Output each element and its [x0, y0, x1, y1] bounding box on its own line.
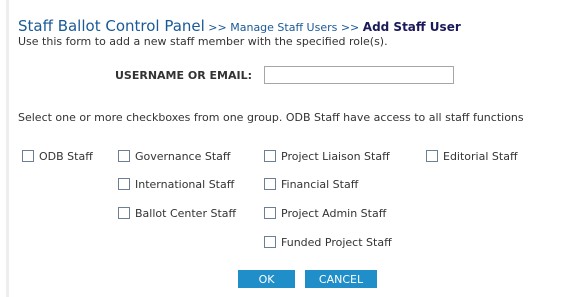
- left-border: [6, 0, 9, 297]
- checkbox-instruction: Select one or more checkboxes from one g…: [18, 111, 524, 124]
- checkbox-label: Financial Staff: [281, 177, 359, 191]
- checkbox-project-admin-staff[interactable]: Project Admin Staff: [264, 205, 386, 221]
- checkbox-label: International Staff: [135, 177, 235, 191]
- ok-button[interactable]: OK: [238, 270, 295, 288]
- breadcrumb-separator: >>: [340, 21, 360, 34]
- checkbox-box[interactable]: [264, 178, 276, 190]
- username-label: USERNAME OR EMAIL:: [115, 69, 252, 82]
- checkbox-label: Project Liaison Staff: [281, 149, 390, 163]
- page-header: Staff Ballot Control Panel >> Manage Sta…: [18, 18, 461, 36]
- breadcrumb-separator: >>: [208, 21, 227, 34]
- checkbox-ballot-center-staff[interactable]: Ballot Center Staff: [118, 205, 236, 221]
- checkbox-box[interactable]: [264, 207, 276, 219]
- breadcrumb-manage-staff-users[interactable]: Manage Staff Users: [230, 21, 337, 34]
- checkbox-project-liaison-staff[interactable]: Project Liaison Staff: [264, 148, 390, 164]
- cancel-button[interactable]: CANCEL: [305, 270, 377, 288]
- checkbox-international-staff[interactable]: International Staff: [118, 176, 234, 192]
- checkbox-box[interactable]: [264, 150, 276, 162]
- checkbox-label: Governance Staff: [135, 149, 231, 163]
- username-input[interactable]: [264, 66, 454, 84]
- checkbox-box[interactable]: [118, 207, 130, 219]
- checkbox-box[interactable]: [22, 150, 34, 162]
- checkbox-label: ODB Staff: [39, 149, 93, 163]
- checkbox-odb-staff[interactable]: ODB Staff: [22, 148, 93, 164]
- page-title: Add Staff User: [362, 20, 461, 34]
- panel-title: Staff Ballot Control Panel: [18, 17, 205, 35]
- checkbox-label: Funded Project Staff: [281, 235, 392, 249]
- checkbox-box[interactable]: [264, 236, 276, 248]
- checkbox-editorial-staff[interactable]: Editorial Staff: [426, 148, 518, 164]
- checkbox-box[interactable]: [118, 150, 130, 162]
- checkbox-governance-staff[interactable]: Governance Staff: [118, 148, 230, 164]
- checkbox-box[interactable]: [426, 150, 438, 162]
- checkbox-label: Editorial Staff: [443, 149, 518, 163]
- checkbox-funded-project-staff[interactable]: Funded Project Staff: [264, 234, 392, 250]
- checkbox-box[interactable]: [118, 178, 130, 190]
- checkbox-financial-staff[interactable]: Financial Staff: [264, 176, 358, 192]
- checkbox-label: Project Admin Staff: [281, 206, 387, 220]
- checkbox-label: Ballot Center Staff: [135, 206, 237, 220]
- page-description: Use this form to add a new staff member …: [18, 35, 388, 48]
